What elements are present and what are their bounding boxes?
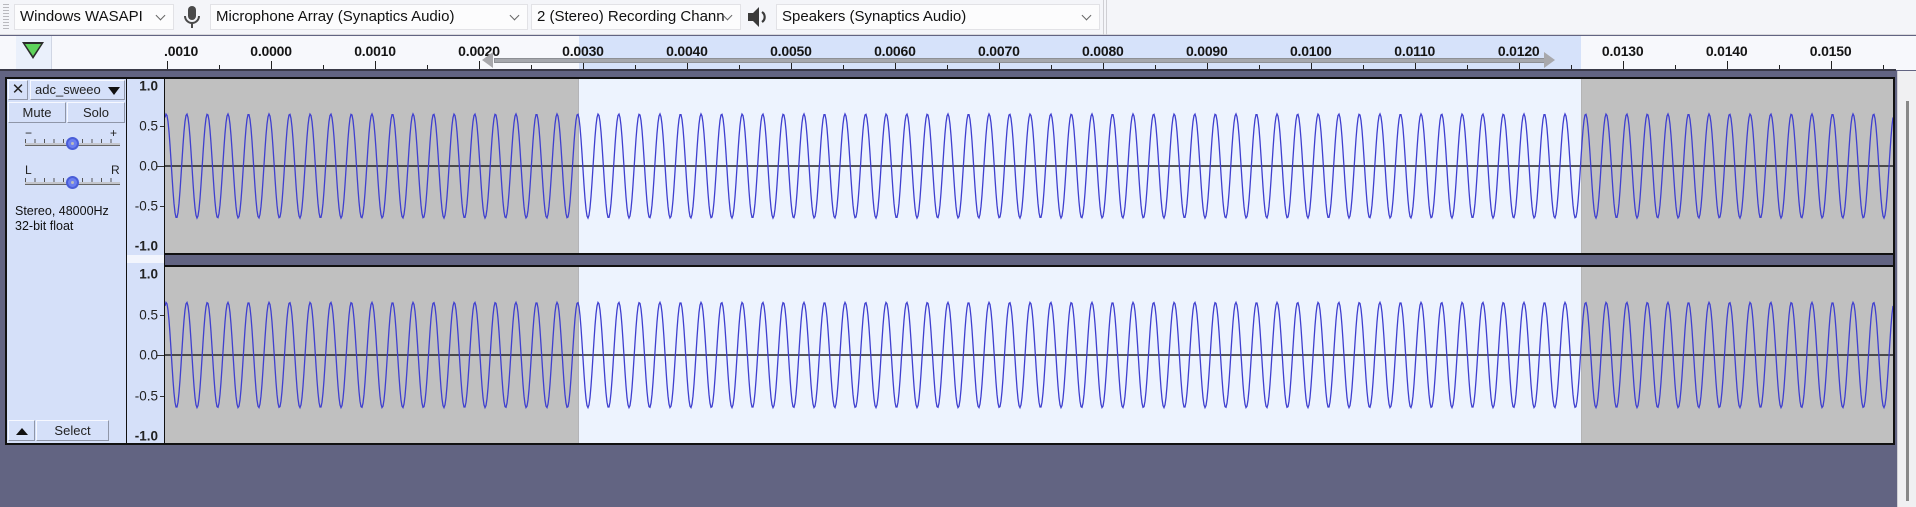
toolbar-separator bbox=[1103, 0, 1104, 35]
track-format-depth: 32-bit float bbox=[15, 219, 74, 233]
ruler-label: 0.0120 bbox=[1497, 43, 1540, 59]
close-track-button[interactable]: ✕ bbox=[8, 80, 28, 100]
channel-left-waveform[interactable] bbox=[165, 79, 1893, 253]
mute-button[interactable]: Mute bbox=[8, 102, 66, 123]
ruler-label: 0.0020 bbox=[458, 43, 500, 59]
recording-device-value: Microphone Array (Synaptics Audio) bbox=[216, 8, 455, 25]
ruler-label: 0.0100 bbox=[1289, 43, 1332, 59]
audio-track: ✕ adc_sweeo Mute Solo − + L R Stereo, 48… bbox=[5, 77, 1895, 445]
toolbar-grip[interactable] bbox=[3, 4, 9, 30]
amplitude-tick bbox=[160, 206, 164, 207]
track-name-menu-button[interactable]: adc_sweeo bbox=[30, 80, 125, 100]
amplitude-label: 0.5 bbox=[139, 118, 158, 134]
close-icon: ✕ bbox=[11, 81, 25, 98]
vertical-scrollbar[interactable] bbox=[1897, 71, 1916, 507]
amplitude-label: -0.5 bbox=[134, 388, 158, 403]
collapse-up-icon bbox=[16, 428, 28, 435]
ruler-label: 0.0000 bbox=[250, 43, 292, 59]
recording-channels-select[interactable]: 2 (Stereo) Recording Chann bbox=[531, 4, 741, 30]
ruler-label: 0.0130 bbox=[1601, 43, 1644, 59]
gain-slider-thumb[interactable] bbox=[65, 137, 79, 150]
ruler-label: 0.0030 bbox=[562, 43, 604, 59]
collapse-track-button[interactable] bbox=[8, 420, 35, 441]
waveform-svg bbox=[165, 267, 1893, 443]
track-format-rate: Stereo, 48000Hz bbox=[15, 204, 109, 218]
selection-start-arrow-icon[interactable] bbox=[482, 52, 493, 68]
track-name: adc_sweeo bbox=[35, 82, 101, 97]
ruler-label: 0.0070 bbox=[978, 43, 1020, 59]
gain-minus-label: − bbox=[25, 126, 33, 140]
amplitude-tick bbox=[156, 166, 164, 167]
select-track-button[interactable]: Select bbox=[36, 420, 109, 441]
playback-device-select[interactable]: Speakers (Synaptics Audio) bbox=[776, 4, 1100, 30]
microphone-icon bbox=[180, 5, 204, 29]
amplitude-label: 1.0 bbox=[139, 266, 158, 282]
ruler-label: 0.0080 bbox=[1082, 43, 1124, 59]
speaker-icon bbox=[746, 5, 770, 29]
pan-slider-thumb[interactable] bbox=[65, 176, 79, 189]
audio-host-value: Windows WASAPI bbox=[20, 8, 143, 25]
ruler-label: 0.0150 bbox=[1809, 43, 1852, 59]
selection-end-arrow-icon[interactable] bbox=[1544, 52, 1555, 68]
timeline-ruler[interactable]: .0010 0.0000 0.0010 0.0020 0.0030 0.0040 0.005… bbox=[0, 36, 1916, 70]
audio-host-select[interactable]: Windows WASAPI bbox=[14, 4, 174, 30]
track-control-panel: ✕ adc_sweeo Mute Solo − + L R Stereo, 48… bbox=[7, 79, 126, 443]
recording-device-select[interactable]: Microphone Array (Synaptics Audio) bbox=[210, 4, 528, 30]
pan-left-label: L bbox=[25, 163, 32, 177]
amplitude-tick bbox=[160, 126, 164, 127]
ruler-label: 0.0110 bbox=[1394, 43, 1436, 59]
waveform-svg bbox=[165, 79, 1893, 253]
dropdown-triangle-icon bbox=[108, 87, 120, 95]
ruler-label: 0.0050 bbox=[770, 43, 812, 59]
chevron-down-icon bbox=[509, 5, 521, 29]
amplitude-label: -0.5 bbox=[134, 198, 158, 214]
ruler-label: 0.0060 bbox=[874, 43, 916, 59]
selection-range-bar[interactable] bbox=[494, 58, 1546, 63]
track-format-info: Stereo, 48000Hz 32-bit float bbox=[15, 204, 109, 234]
vertical-ruler-separator bbox=[127, 255, 164, 263]
ruler-label: 0.0090 bbox=[1185, 43, 1228, 59]
chevron-down-icon bbox=[155, 5, 167, 29]
solo-button[interactable]: Solo bbox=[67, 102, 125, 123]
toolbar-separator bbox=[1106, 0, 1107, 35]
ruler-label: 0.0010 bbox=[354, 43, 396, 59]
ruler-label: 0.0140 bbox=[1705, 43, 1748, 59]
amplitude-label: -1.0 bbox=[134, 428, 158, 444]
gain-plus-label: + bbox=[110, 126, 118, 140]
ruler-label: 0.0040 bbox=[666, 43, 708, 59]
amplitude-label: 0.5 bbox=[139, 307, 158, 322]
play-head-button[interactable] bbox=[16, 36, 52, 70]
pan-right-label: R bbox=[111, 163, 120, 177]
channel-separator[interactable] bbox=[165, 253, 1893, 267]
ruler-label: .0010 bbox=[164, 43, 199, 59]
vertical-scrollbar-thumb[interactable] bbox=[1906, 101, 1909, 501]
amplitude-tick bbox=[156, 355, 164, 356]
device-toolbar: Windows WASAPI Microphone Array (Synapti… bbox=[0, 0, 1916, 35]
amplitude-tick bbox=[160, 395, 164, 397]
amplitude-label: -1.0 bbox=[134, 238, 158, 254]
amplitude-label: 1.0 bbox=[139, 78, 158, 94]
chevron-down-icon bbox=[1081, 5, 1093, 29]
recording-channels-value: 2 (Stereo) Recording Chann bbox=[537, 8, 725, 25]
track-area: ✕ adc_sweeo Mute Solo − + L R Stereo, 48… bbox=[0, 71, 1896, 507]
chevron-down-icon bbox=[722, 5, 734, 29]
play-head-triangle-icon bbox=[22, 42, 44, 59]
playback-device-value: Speakers (Synaptics Audio) bbox=[782, 8, 967, 25]
channel-right-waveform[interactable] bbox=[165, 267, 1893, 443]
amplitude-tick bbox=[160, 314, 164, 316]
